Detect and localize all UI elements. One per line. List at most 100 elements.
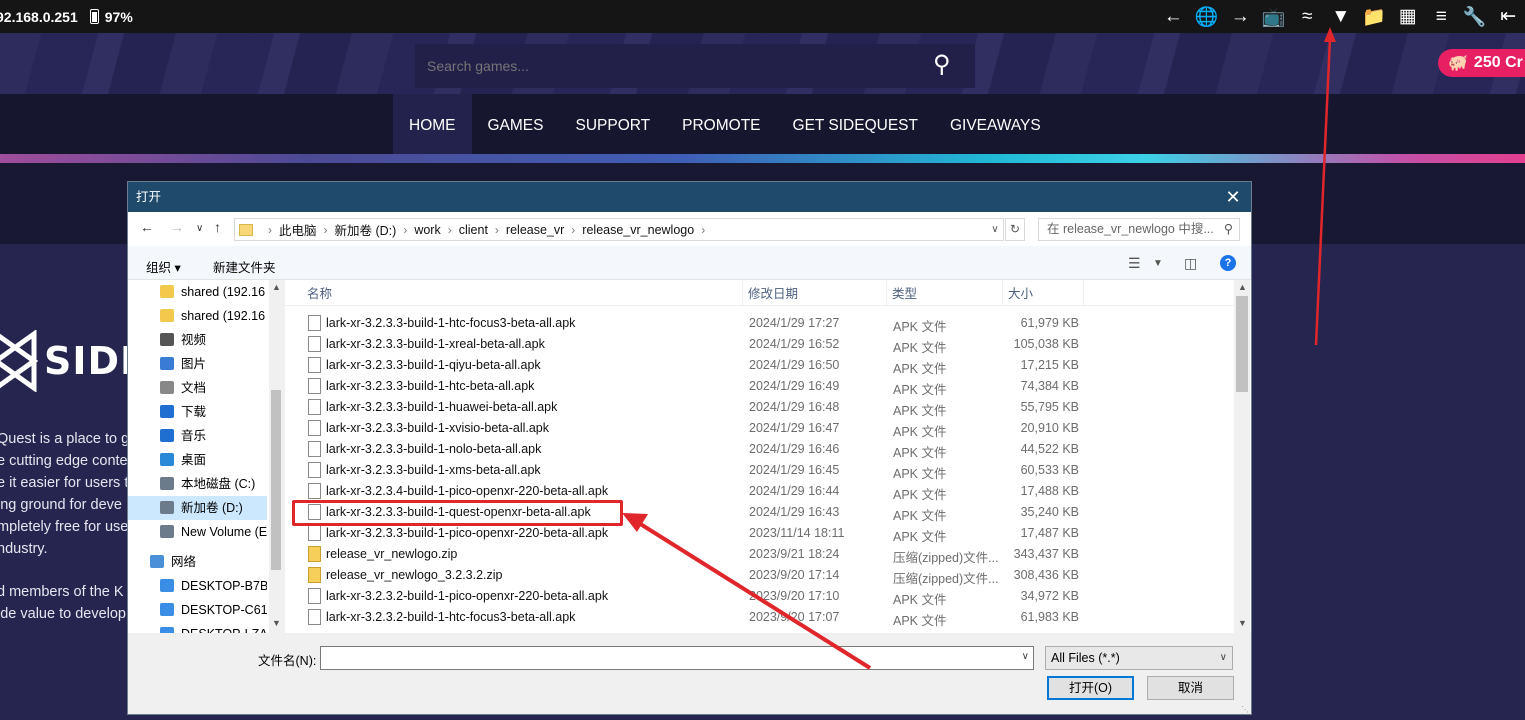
back-arrow-icon[interactable]: ←	[140, 219, 154, 235]
file-row[interactable]: lark-xr-3.2.3.3-build-1-htc-focus3-beta-…	[285, 313, 1237, 334]
chevron-right-icon[interactable]: ›	[495, 223, 499, 237]
nav-pane-item[interactable]: shared (192.16	[128, 280, 267, 304]
file-row[interactable]: lark-xr-3.2.3.3-build-1-xms-beta-all.apk…	[285, 460, 1237, 481]
site-nav: HOME GAMES SUPPORT PROMOTE GET SIDEQUEST…	[0, 94, 1525, 154]
file-row[interactable]: release_vr_newlogo.zip 2023/9/21 18:24 压缩(…	[285, 544, 1237, 565]
file-row[interactable]: lark-xr-3.2.3.4-build-1-pico-openxr-220-…	[285, 481, 1237, 502]
scroll-up-icon[interactable]: ▲	[272, 282, 281, 292]
scroll-thumb[interactable]	[1236, 296, 1248, 392]
file-icon	[308, 588, 321, 604]
nav-pane-item[interactable]: 桌面	[128, 448, 267, 472]
grid-icon[interactable]: ▦	[1391, 5, 1425, 28]
recent-dropdown-icon[interactable]: ∨	[196, 223, 203, 234]
breadcrumb-item[interactable]: release_vr_newlogo	[582, 223, 694, 237]
breadcrumb-item[interactable]: 新加卷 (D:)	[335, 220, 397, 239]
chevron-right-icon[interactable]: ›	[324, 223, 328, 237]
folder-icon[interactable]: 📁	[1358, 5, 1392, 29]
scroll-up-icon[interactable]: ▲	[1238, 282, 1247, 292]
chevron-down-icon[interactable]: ∨	[1220, 647, 1227, 669]
nav-pane-item[interactable]: 本地磁盘 (C:)	[128, 472, 267, 496]
refresh-icon[interactable]: ↻	[1005, 218, 1025, 241]
checklist-icon[interactable]: ≡	[1425, 6, 1459, 28]
nav-home[interactable]: HOME	[393, 94, 472, 154]
organize-button[interactable]: 组织 ▾	[146, 257, 181, 276]
nav-pane-item[interactable]: 图片	[128, 352, 267, 376]
address-dropdown-icon[interactable]: ∨	[986, 218, 1004, 241]
column-type[interactable]: 类型	[888, 280, 1003, 306]
nav-pane-item[interactable]: shared (192.16	[128, 304, 267, 328]
nav-games[interactable]: GAMES	[472, 94, 560, 154]
chevron-right-icon[interactable]: ›	[268, 223, 272, 237]
nav-pane-item[interactable]: New Volume (E	[128, 520, 267, 544]
nav-promote[interactable]: PROMOTE	[666, 94, 776, 154]
file-row[interactable]: lark-xr-3.2.3.3-build-1-htc-beta-all.apk…	[285, 376, 1237, 397]
breadcrumb-item[interactable]: 此电脑	[279, 220, 317, 239]
back-icon[interactable]: ←	[1157, 6, 1191, 28]
scroll-thumb[interactable]	[271, 390, 281, 570]
nav-pane-item[interactable]: DESKTOP-LZA6	[128, 622, 267, 633]
gradient-divider	[0, 154, 1525, 163]
file-type-select[interactable]: All Files (*.*) ∨	[1045, 646, 1233, 670]
file-row[interactable]: lark-xr-3.2.3.3-build-1-huawei-beta-all.…	[285, 397, 1237, 418]
nav-giveaways[interactable]: GIVEAWAYS	[934, 94, 1057, 154]
file-row[interactable]: lark-xr-3.2.3.3-build-1-qiyu-beta-all.ap…	[285, 355, 1237, 376]
chevron-right-icon[interactable]: ›	[403, 223, 407, 237]
nav-pane-item[interactable]: 视频	[128, 328, 267, 352]
chevron-down-icon[interactable]: ∨	[1022, 651, 1029, 662]
exit-icon[interactable]: ⇤	[1492, 5, 1525, 28]
up-arrow-icon[interactable]: ↑	[214, 219, 221, 235]
forward-arrow-icon[interactable]: →	[170, 219, 184, 235]
nav-pane-item[interactable]: 文档	[128, 376, 267, 400]
new-folder-button[interactable]: 新建文件夹	[213, 257, 276, 276]
folder-search-input[interactable]: 在 release_vr_newlogo 中搜... ⚲	[1038, 218, 1240, 241]
nav-pane-item[interactable]: DESKTOP-B7BF	[128, 574, 267, 598]
column-size[interactable]: 大小	[1004, 280, 1084, 306]
file-row[interactable]: lark-xr-3.2.3.2-build-1-pico-openxr-220-…	[285, 586, 1237, 607]
file-row[interactable]: lark-xr-3.2.3.3-build-1-xreal-beta-all.a…	[285, 334, 1237, 355]
chevron-right-icon[interactable]: ›	[448, 223, 452, 237]
file-row[interactable]: lark-xr-3.2.3.3-build-1-xvisio-beta-all.…	[285, 418, 1237, 439]
scroll-down-icon[interactable]: ▼	[272, 618, 281, 628]
file-row[interactable]: lark-xr-3.2.3.2-build-1-htc-focus3-beta-…	[285, 607, 1237, 628]
forward-icon[interactable]: →	[1224, 6, 1258, 28]
file-row[interactable]: lark-xr-3.2.3.3-build-1-nolo-beta-all.ap…	[285, 439, 1237, 460]
nav-support[interactable]: SUPPORT	[559, 94, 666, 154]
address-bar[interactable]: › 此电脑 › 新加卷 (D:) › work › client › relea…	[234, 218, 1004, 241]
file-row[interactable]: lark-xr-3.2.3.3-build-1-pico-openxr-220-…	[285, 523, 1237, 544]
chevron-down-icon[interactable]: ▼	[1153, 258, 1163, 269]
search-icon[interactable]: ⚲	[933, 50, 951, 79]
close-icon[interactable]: ✕	[1223, 182, 1243, 212]
nav-pane-item[interactable]: 下载	[128, 400, 267, 424]
resize-grip-icon[interactable]: ⋱	[1241, 705, 1249, 714]
nav-pane-item[interactable]: 网络	[128, 550, 267, 574]
download-icon[interactable]: ▼	[1324, 6, 1358, 28]
nav-pane-scrollbar[interactable]: ▲ ▼	[269, 280, 283, 633]
column-date[interactable]: 修改日期	[744, 280, 887, 306]
breadcrumb-item[interactable]: client	[459, 223, 488, 237]
tv-icon[interactable]: 📺	[1257, 5, 1291, 29]
breadcrumb-item[interactable]: release_vr	[506, 223, 564, 237]
sidequest-logo: SIDE	[0, 330, 147, 392]
view-options-icon[interactable]: ☰	[1128, 255, 1141, 272]
nav-pane-item[interactable]: DESKTOP-C614	[128, 598, 267, 622]
site-search[interactable]: ⚲	[415, 44, 975, 88]
scroll-down-icon[interactable]: ▼	[1238, 618, 1247, 628]
file-list-scrollbar[interactable]: ▲ ▼	[1234, 280, 1250, 633]
column-name[interactable]: 名称	[303, 280, 743, 306]
breadcrumb-item[interactable]: work	[414, 223, 440, 237]
open-button[interactable]: 打开(O)	[1047, 676, 1134, 700]
nav-pane-item[interactable]: 新加卷 (D:)	[128, 496, 267, 520]
cancel-button[interactable]: 取消	[1147, 676, 1234, 700]
credits-badge[interactable]: 🐖 250 Cr	[1438, 49, 1525, 77]
chevron-right-icon[interactable]: ›	[571, 223, 575, 237]
nav-pane-item[interactable]: 音乐	[128, 424, 267, 448]
wrench-icon[interactable]: 🔧	[1458, 5, 1492, 29]
chevron-right-icon[interactable]: ›	[701, 223, 705, 237]
filename-input[interactable]: ∨	[320, 646, 1034, 670]
help-icon[interactable]: ?	[1220, 255, 1236, 271]
search-input[interactable]	[427, 54, 907, 78]
nav-get-sidequest[interactable]: GET SIDEQUEST	[777, 94, 934, 154]
globe-icon[interactable]: 🌐	[1190, 5, 1224, 29]
preview-pane-icon[interactable]: ◫	[1184, 255, 1197, 272]
file-row[interactable]: release_vr_newlogo_3.2.3.2.zip 2023/9/20 …	[285, 565, 1237, 586]
